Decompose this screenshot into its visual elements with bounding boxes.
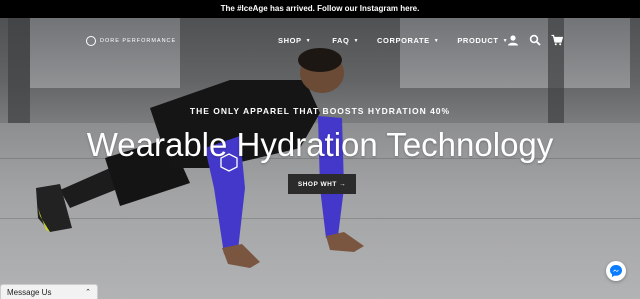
cart-icon[interactable] xyxy=(551,34,563,46)
caret-down-icon: ▼ xyxy=(433,37,440,44)
chevron-up-icon: ⌃ xyxy=(85,289,91,296)
user-icon[interactable] xyxy=(507,34,519,46)
announcement-bar[interactable]: The #IceAge has arrived. Follow our Inst… xyxy=(0,0,640,18)
hero-headline: Wearable Hydration Technology xyxy=(86,126,554,163)
nav-item-product[interactable]: PRODUCT ▼ xyxy=(457,36,508,45)
caret-down-icon: ▼ xyxy=(305,37,312,44)
header-icons xyxy=(507,34,563,46)
nav-item-label: PRODUCT xyxy=(457,36,499,45)
announcement-text[interactable]: The #IceAge has arrived. Follow our Inst… xyxy=(221,4,420,13)
nav-item-corporate[interactable]: CORPORATE ▼ xyxy=(377,36,439,45)
brand-logo[interactable]: DORE PERFORMANCE xyxy=(86,36,176,46)
messenger-icon xyxy=(610,265,622,277)
nav-item-label: CORPORATE xyxy=(377,36,430,45)
messenger-button[interactable] xyxy=(606,261,626,281)
message-us-label: Message Us xyxy=(7,287,52,297)
nav-item-faq[interactable]: FAQ ▼ xyxy=(332,36,359,45)
hero-tagline: THE ONLY APPAREL THAT BOOSTS HYDRATION 4… xyxy=(189,106,451,116)
nav-item-label: SHOP xyxy=(278,36,302,45)
shop-wht-button[interactable]: SHOP WHT → xyxy=(288,174,356,194)
brand-name: DORE PERFORMANCE xyxy=(100,38,177,44)
nav-item-shop[interactable]: SHOP ▼ xyxy=(278,36,311,45)
caret-down-icon: ▼ xyxy=(353,37,359,44)
nav-item-label: FAQ xyxy=(332,36,350,45)
message-us-tab[interactable]: Message Us ⌃ xyxy=(0,284,98,299)
main-nav: SHOP ▼ FAQ ▼ CORPORATE ▼ PRODUCT ▼ xyxy=(278,36,508,45)
logo-mark-icon xyxy=(86,36,96,46)
search-icon[interactable] xyxy=(529,34,541,46)
